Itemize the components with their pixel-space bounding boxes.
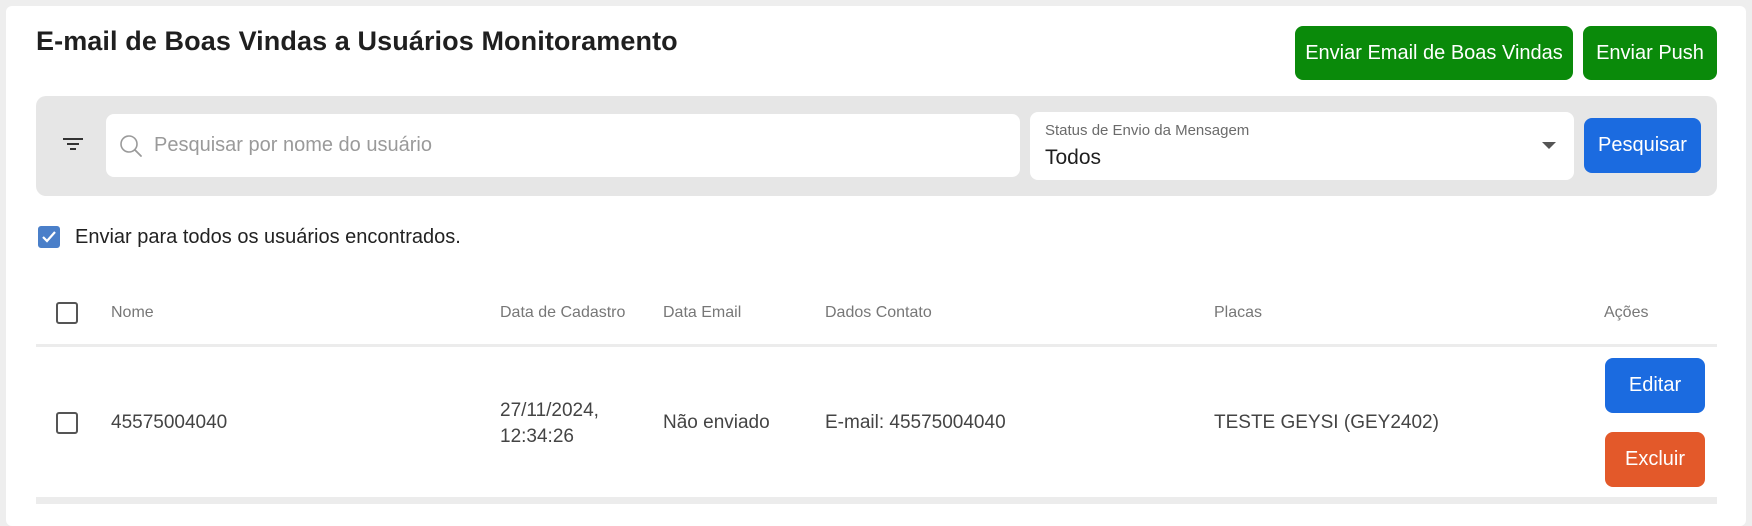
cell-data-cadastro-time: 12:34:26 <box>500 426 574 447</box>
cell-dados-contato: E-mail: 45575004040 <box>825 412 1006 433</box>
search-input[interactable] <box>154 114 1004 177</box>
table-row-divider <box>36 497 1717 504</box>
row-checkbox[interactable] <box>56 412 78 434</box>
cell-data-cadastro: 27/11/2024, 12:34:26 <box>500 398 599 450</box>
column-header-placas: Placas <box>1214 304 1263 321</box>
delete-button[interactable]: Excluir <box>1605 432 1705 487</box>
search-box <box>106 114 1020 177</box>
send-all-label: Enviar para todos os usuários encontrado… <box>75 226 461 248</box>
column-header-acoes: Ações <box>1604 304 1649 321</box>
select-all-checkbox[interactable] <box>56 302 78 324</box>
cell-data-email: Não enviado <box>663 412 770 433</box>
cell-nome: 45575004040 <box>111 412 228 433</box>
status-select[interactable]: Status de Envio da Mensagem Todos <box>1030 112 1574 180</box>
status-select-value: Todos <box>1045 146 1102 169</box>
column-header-data-email: Data Email <box>663 304 742 321</box>
column-header-nome: Nome <box>111 304 154 321</box>
cell-placas: TESTE GEYSI (GEY2402) <box>1214 412 1439 433</box>
send-all-checkbox[interactable] <box>38 226 60 248</box>
status-select-label: Status de Envio da Mensagem <box>1045 122 1250 139</box>
search-button[interactable]: Pesquisar <box>1584 118 1701 173</box>
search-icon <box>119 134 143 158</box>
page-title: E-mail de Boas Vindas a Usuários Monitor… <box>36 26 678 56</box>
send-welcome-email-button[interactable]: Enviar Email de Boas Vindas <box>1295 26 1573 80</box>
filter-bar: Status de Envio da Mensagem Todos Pesqui… <box>36 96 1717 196</box>
column-header-data-cadastro: Data de Cadastro <box>500 304 626 321</box>
filter-icon[interactable] <box>62 136 84 152</box>
cell-data-cadastro-date: 27/11/2024, <box>500 400 599 421</box>
column-header-dados-contato: Dados Contato <box>825 304 932 321</box>
edit-button[interactable]: Editar <box>1605 358 1705 413</box>
chevron-down-icon <box>1542 142 1556 149</box>
send-push-button[interactable]: Enviar Push <box>1583 26 1717 80</box>
